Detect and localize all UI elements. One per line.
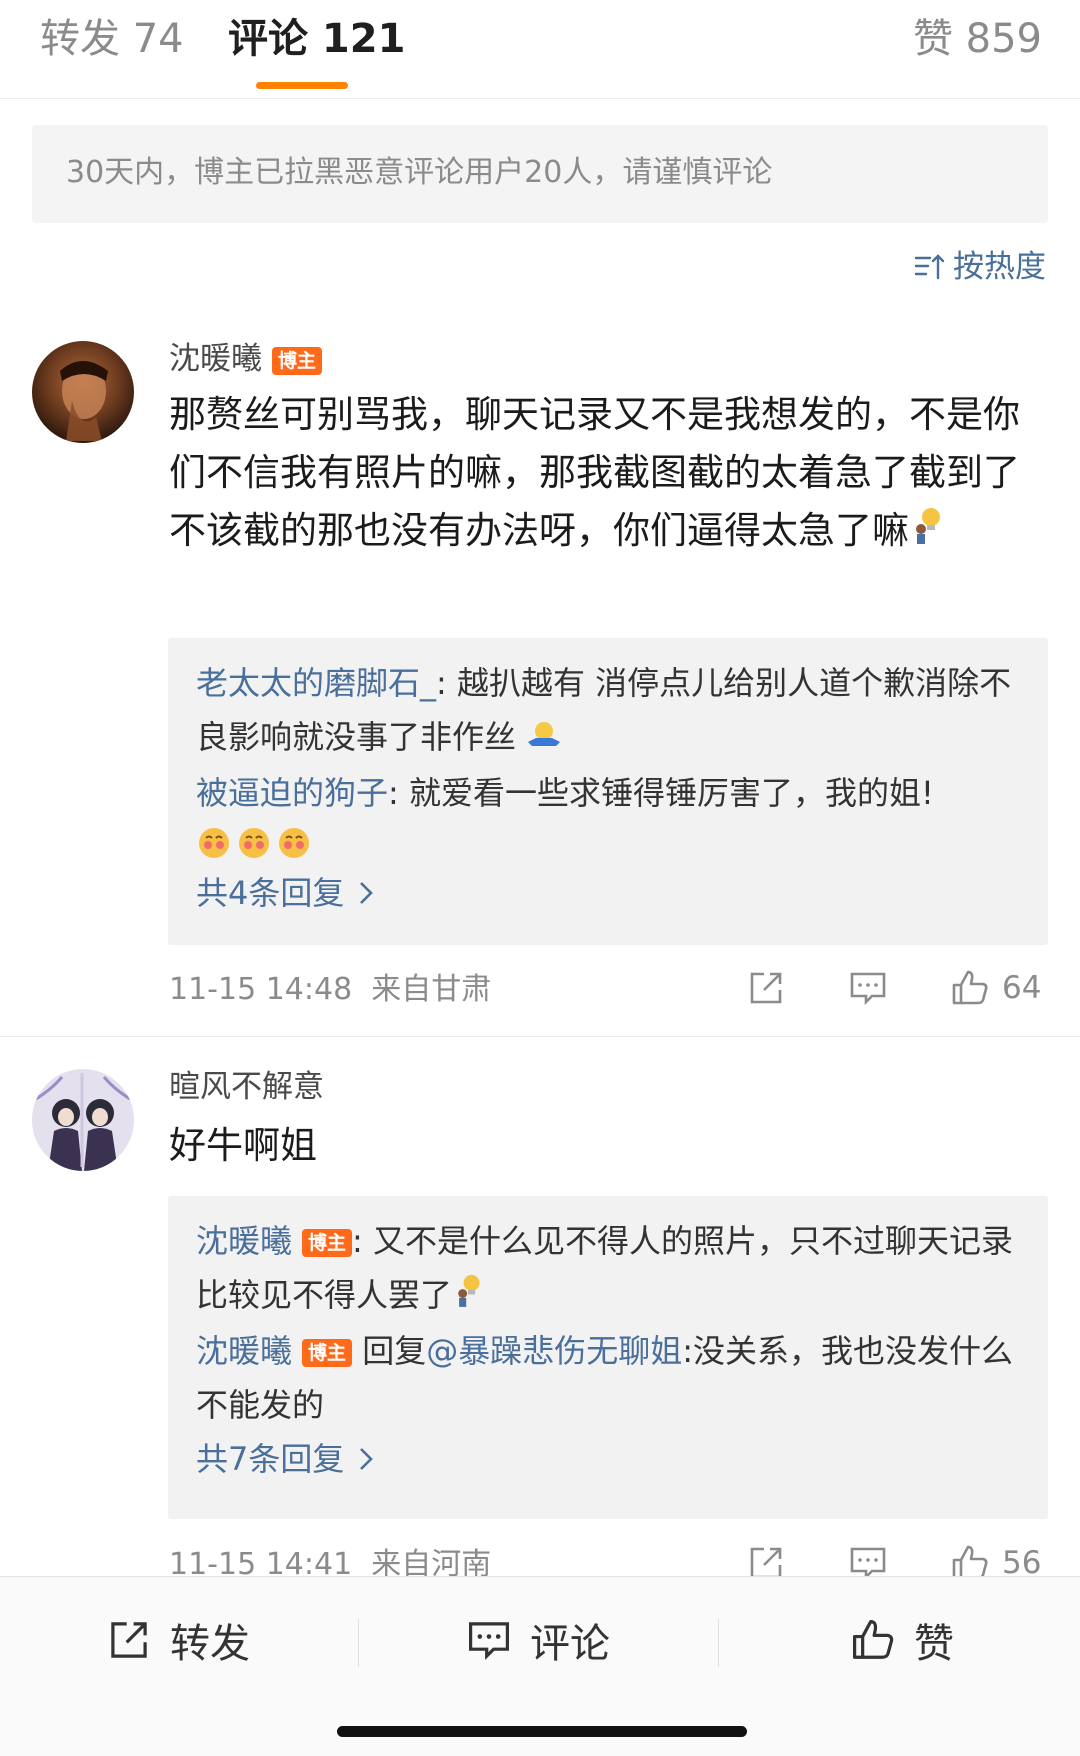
moderation-notice-text: 30天内，博主已拉黑恶意评论用户20人，请谨慎评论 [66, 155, 773, 190]
lightbulb-person-emoji-icon [909, 504, 945, 562]
view-all-replies-link[interactable]: 共4条回复 [168, 866, 1048, 920]
bar-divider [358, 1619, 359, 1667]
shrug-emoji-icon [526, 712, 562, 766]
like-count: 64 [1002, 970, 1042, 1006]
view-all-replies-label: 共4条回复 [196, 874, 345, 912]
author-name: 暄风不解意 [169, 1069, 324, 1105]
comment-icon [468, 1622, 510, 1660]
home-indicator [337, 1726, 747, 1737]
repost-button[interactable]: 转发 [106, 1611, 250, 1669]
comment-tabs: 转发 74 评论 121 赞 859 [0, 0, 1080, 99]
reply-separator: : [388, 774, 409, 812]
view-all-replies-link[interactable]: 共7条回复 [168, 1432, 1048, 1486]
like-post-button[interactable]: 赞 [850, 1611, 954, 1669]
reply-thread: 老太太的磨脚石_: 越扒越有 消停点儿给别人道个歉消除不良影响就没事了非作丝 被… [168, 638, 1048, 945]
like-label: 赞 [914, 1621, 954, 1667]
comment-meta: 11-15 14:48 来自甘肃 [169, 968, 491, 1012]
reply-author[interactable]: 被逼迫的狗子 [196, 774, 388, 812]
tab-repost[interactable]: 转发 74 [40, 14, 184, 64]
comment-author[interactable]: 暄风不解意 [169, 1065, 324, 1109]
blogger-badge: 博主 [302, 1339, 353, 1367]
avatar-illustration [32, 1069, 134, 1171]
comment-button[interactable]: 评论 [466, 1611, 610, 1669]
share-button[interactable] [746, 968, 786, 1008]
comment-time: 11-15 14:48 [169, 972, 353, 1007]
thumbs-up-icon [852, 1619, 894, 1659]
mention-link[interactable]: @暴躁悲伤无聊姐 [426, 1332, 682, 1370]
view-all-replies-label: 共7条回复 [196, 1440, 345, 1478]
blogger-badge: 博主 [272, 346, 323, 375]
tab-likes[interactable]: 赞 859 [913, 14, 1042, 64]
emoji-row [196, 820, 1020, 866]
reply-author[interactable]: 沈暖曦 [196, 1222, 292, 1260]
thumbs-up-icon [952, 970, 988, 1005]
author-name: 沈暖曦 [169, 341, 262, 377]
avatar[interactable] [32, 341, 134, 443]
share-icon [111, 1622, 147, 1658]
bar-divider [718, 1619, 719, 1667]
comment-text-content: 好牛啊姐 [169, 1124, 317, 1167]
reply-thread: 沈暖曦 博主: 又不是什么见不得人的照片，只不过聊天记录比较见不得人罢了 沈暖曦博… [168, 1196, 1048, 1519]
kiss-emoji-icon [279, 828, 309, 858]
comment-text: 好牛啊姐 [169, 1117, 1029, 1175]
avatar[interactable] [32, 1069, 134, 1171]
tab-comments[interactable]: 评论 121 [228, 14, 405, 64]
chevron-right-icon [360, 1448, 374, 1470]
reply-item[interactable]: 沈暖曦 博主: 又不是什么见不得人的照片，只不过聊天记录比较见不得人罢了 [168, 1214, 1048, 1324]
comment-icon [850, 972, 886, 1006]
reply-prefix: 回复 [362, 1332, 427, 1370]
reply-text: 就爱看一些求锤得锤厉害了，我的姐! [408, 774, 934, 812]
reply-item[interactable]: 沈暖曦 博主 回复@暴躁悲伤无聊姐:没关系，我也没发什么不能发的 [168, 1324, 1048, 1432]
active-tab-indicator [256, 82, 348, 89]
sort-icon [914, 254, 945, 280]
blogger-badge: 博主 [302, 1229, 353, 1257]
comment-text-content: 那赘丝可别骂我，聊天记录又不是我想发的，不是你们不信我有照片的嘛，那我截图截的太… [169, 393, 1020, 552]
chevron-right-icon [360, 882, 374, 904]
kiss-emoji-icon [239, 828, 269, 858]
sort-by-hot-button[interactable]: 按热度 [913, 245, 1046, 289]
reply-separator: : [352, 1222, 373, 1260]
comment-label: 评论 [530, 1621, 610, 1667]
share-icon [750, 972, 782, 1004]
reply-button[interactable] [848, 968, 888, 1008]
sort-label: 按热度 [953, 249, 1046, 285]
comment-author[interactable]: 沈暖曦 博主 [169, 337, 323, 381]
reply-item[interactable]: 老太太的磨脚石_: 越扒越有 消停点儿给别人道个歉消除不良影响就没事了非作丝 [168, 656, 1048, 766]
reply-author[interactable]: 老太太的磨脚石_ [196, 664, 436, 702]
comment-text: 那赘丝可别骂我，聊天记录又不是我想发的，不是你们不信我有照片的嘛，那我截图截的太… [169, 386, 1029, 562]
reply-separator: : [436, 664, 457, 702]
comment-divider [0, 1036, 1080, 1037]
lightbulb-person-emoji-icon [452, 1270, 484, 1324]
kiss-emoji-icon [199, 828, 229, 858]
avatar-photo [32, 341, 134, 443]
like-button[interactable]: 64 [950, 968, 1041, 1008]
reply-author[interactable]: 沈暖曦 [196, 1332, 292, 1370]
moderation-notice: 30天内，博主已拉黑恶意评论用户20人，请谨慎评论 [32, 125, 1048, 223]
comment-location: 来自甘肃 [371, 972, 492, 1007]
reply-item[interactable]: 被逼迫的狗子: 就爱看一些求锤得锤厉害了，我的姐! [168, 766, 1048, 866]
repost-label: 转发 [170, 1621, 250, 1667]
